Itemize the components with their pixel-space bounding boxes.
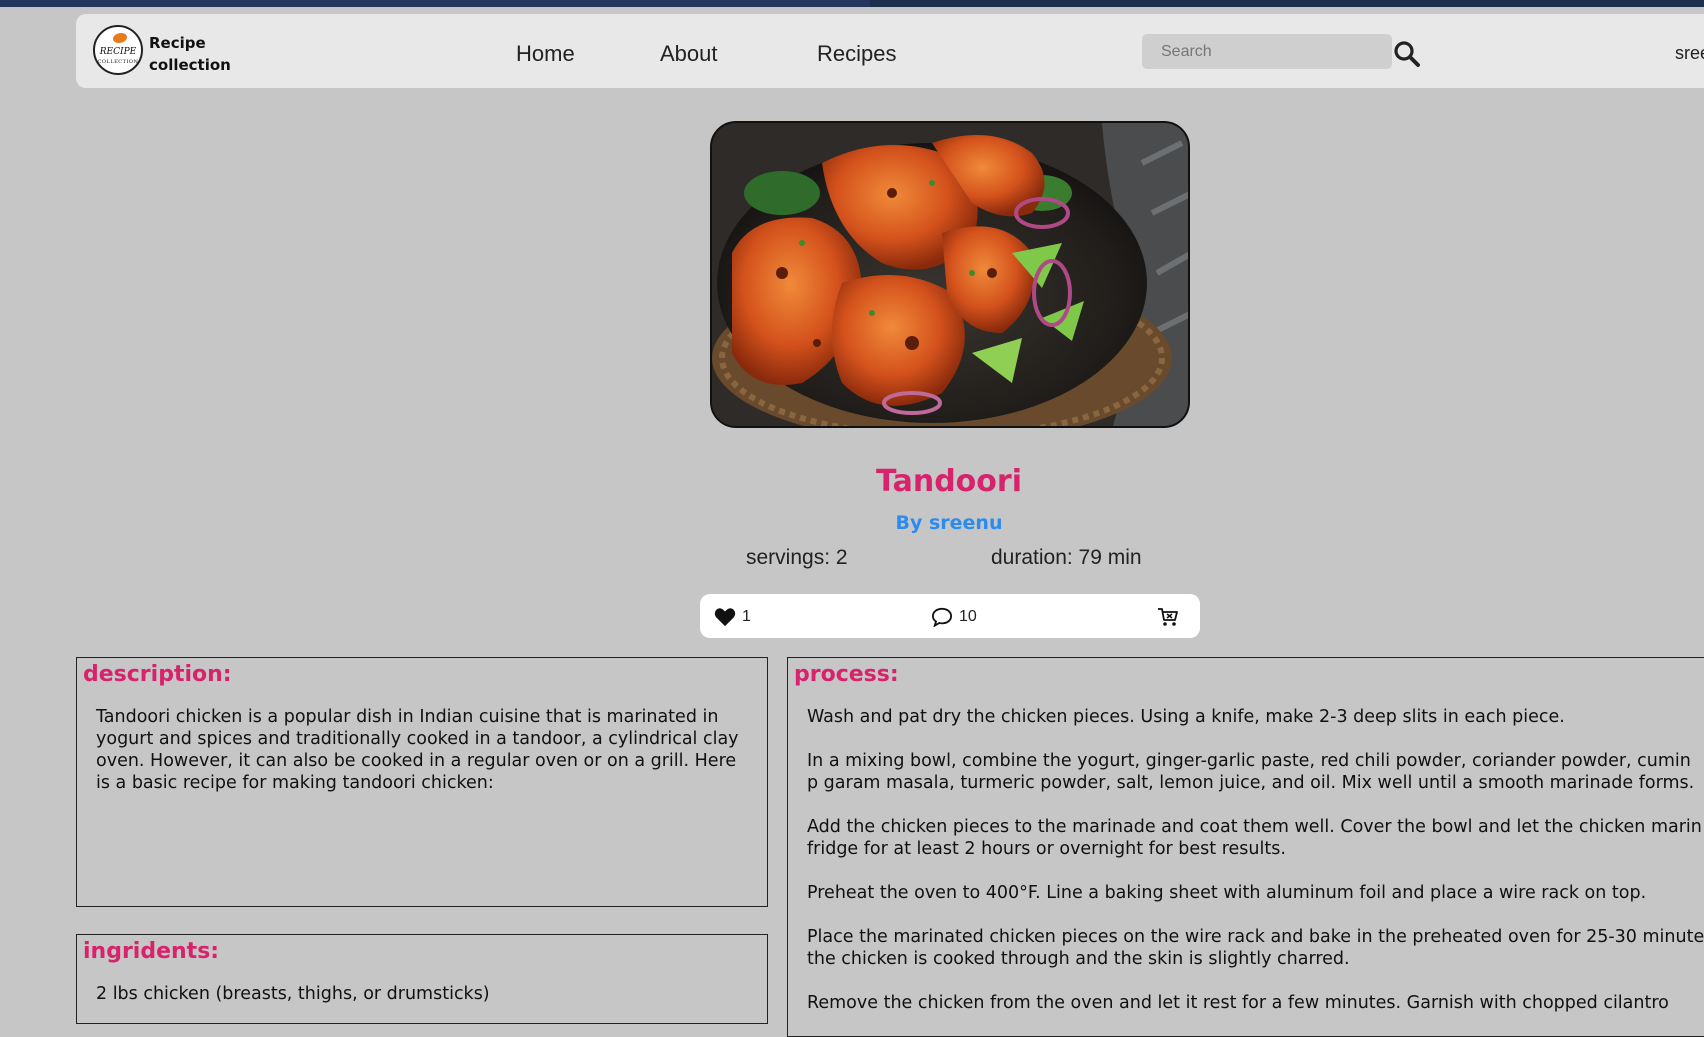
recipe-image — [710, 121, 1190, 428]
top-strip-highlight — [0, 0, 870, 7]
user-name[interactable]: sree — [1675, 43, 1704, 64]
comment-count: 10 — [959, 608, 977, 625]
search-input[interactable] — [1142, 34, 1392, 69]
heart-icon — [714, 608, 736, 627]
nav-about-link[interactable]: About — [660, 41, 718, 67]
ingredients-panel: ingridents: 2 lbs chicken (breasts, thig… — [76, 934, 768, 1024]
navbar: RECIPE COLLECTION Recipe collection Home… — [76, 14, 1704, 88]
logo[interactable]: RECIPE COLLECTION — [93, 25, 143, 75]
recipe-author[interactable]: By sreenu — [0, 512, 1704, 534]
ingredients-heading: ingridents: — [83, 939, 220, 964]
process-step: Preheat the oven to 400°F. Line a baking… — [807, 883, 1647, 903]
description-heading: description: — [83, 662, 232, 687]
comment-button[interactable]: 10 — [931, 606, 977, 628]
logo-text-sub: COLLECTION — [97, 59, 139, 65]
servings-text: servings: 2 — [746, 546, 848, 569]
brand-line-2: collection — [149, 56, 231, 74]
browser-top-strip — [0, 0, 1704, 7]
process-steps: Wash and pat dry the chicken pieces. Usi… — [807, 706, 1704, 1036]
brand-line-1: Recipe — [149, 34, 206, 52]
process-step: Place the marinated chicken pieces on th… — [807, 927, 1704, 969]
cart-button[interactable] — [1156, 606, 1180, 628]
search-icon — [1394, 41, 1420, 67]
description-text: Tandoori chicken is a popular dish in In… — [96, 707, 739, 793]
process-step: Wash and pat dry the chicken pieces. Usi… — [807, 707, 1565, 727]
process-step: Remove the chicken from the oven and let… — [807, 993, 1669, 1013]
search-button[interactable] — [1392, 39, 1422, 69]
tandoori-chicken-photo — [712, 123, 1188, 426]
logo-text-main: RECIPE — [99, 47, 137, 57]
process-panel: process: Wash and pat dry the chicken pi… — [787, 657, 1704, 1037]
process-heading: process: — [794, 662, 899, 687]
like-count: 1 — [742, 608, 751, 625]
like-button[interactable]: 1 — [714, 606, 751, 628]
action-bar: 1 10 — [700, 594, 1200, 638]
nav-home-link[interactable]: Home — [516, 41, 575, 67]
recipe-title: Tandoori — [876, 464, 1022, 499]
process-step: Add the chicken pieces to the marinade a… — [807, 817, 1702, 859]
comment-icon — [931, 607, 953, 627]
ingredient-item: 2 lbs chicken (breasts, thighs, or drums… — [96, 984, 490, 1004]
description-panel: description: Tandoori chicken is a popul… — [76, 657, 768, 907]
logo-flame-icon — [113, 33, 127, 43]
duration-text: duration: 79 min — [991, 546, 1142, 569]
ingredients-list: 2 lbs chicken (breasts, thighs, or drums… — [96, 983, 746, 1005]
cart-icon — [1158, 608, 1178, 626]
brand-name: Recipe collection — [149, 32, 231, 76]
nav-recipes-link[interactable]: Recipes — [817, 41, 896, 67]
process-step: In a mixing bowl, combine the yogurt, gi… — [807, 751, 1695, 793]
